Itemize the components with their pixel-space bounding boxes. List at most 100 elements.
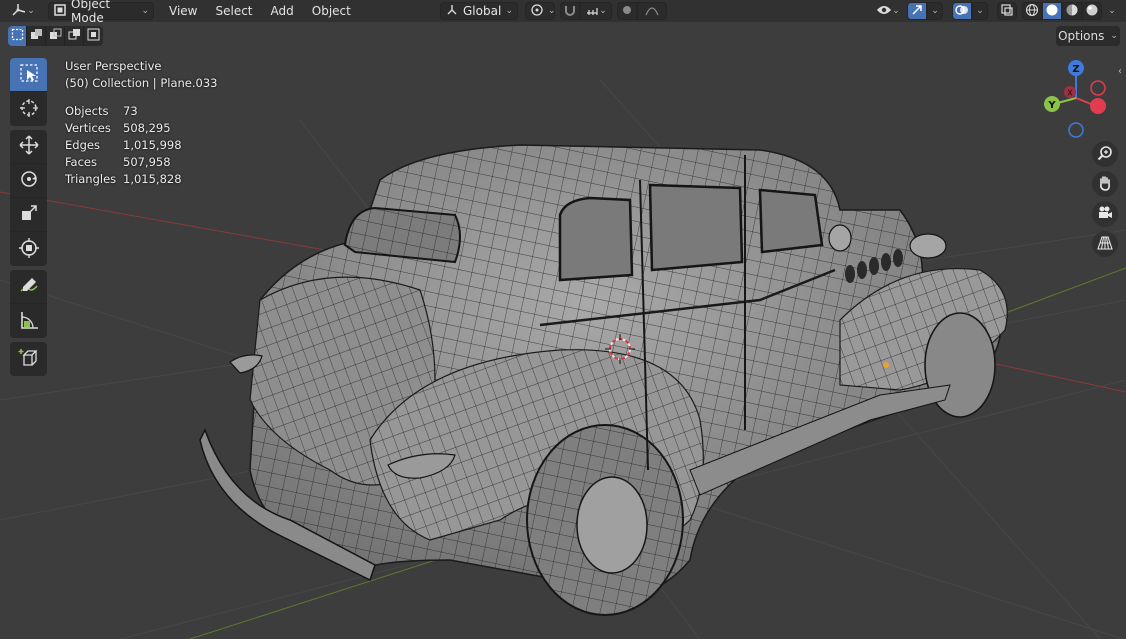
annotate-icon (18, 274, 40, 299)
viewport-info-overlay: User Perspective (50) Collection | Plane… (65, 58, 217, 188)
gizmo-neg-x-axis[interactable] (1090, 80, 1106, 96)
stat-label: Faces (65, 155, 97, 169)
collapse-sidebar-arrow[interactable]: ‹ (1118, 66, 1122, 77)
chevron-down-icon: ⌄ (1108, 6, 1116, 16)
stat-row: Vertices 508,295 (65, 120, 217, 137)
overlays-icon (955, 3, 969, 20)
move-tool[interactable] (10, 130, 47, 164)
select-subtract-button[interactable] (46, 26, 65, 46)
stat-value: 507,958 (123, 155, 171, 169)
select-subtract-icon (49, 28, 62, 44)
add-cube-icon (18, 347, 40, 372)
magnet-icon (563, 3, 577, 20)
move-icon (18, 134, 40, 159)
hand-pan-icon (1097, 175, 1113, 194)
solid-sphere-icon (1045, 3, 1059, 20)
transform-tool[interactable] (10, 232, 47, 266)
stat-row: Edges 1,015,998 (65, 137, 217, 154)
viewport-header: ⌄ Object Mode ⌄ View Select Add Object G… (0, 0, 1126, 25)
annotate-tool[interactable] (10, 270, 47, 304)
menu-bar: View Select Add Object (160, 1, 360, 21)
select-invert-button[interactable] (65, 26, 84, 46)
tool-group-select (10, 58, 47, 126)
overlays-dropdown[interactable]: ⌄ (972, 2, 988, 20)
menu-view[interactable]: View (160, 1, 206, 21)
rotate-tool[interactable] (10, 164, 47, 198)
add-cube-tool[interactable] (10, 342, 47, 376)
select-new-button[interactable] (8, 26, 27, 46)
chevron-down-icon: ⌄ (976, 6, 984, 16)
chevron-down-icon: ⌄ (599, 6, 607, 16)
zoom-icon (1097, 145, 1113, 164)
xray-toggle[interactable] (997, 2, 1017, 20)
select-intersect-icon (87, 28, 100, 44)
menu-object[interactable]: Object (303, 1, 360, 21)
snap-toggle[interactable] (560, 2, 580, 20)
gizmo-y-label: Y (1047, 100, 1056, 111)
stat-row: Objects 73 (65, 103, 217, 120)
falloff-dropdown[interactable] (637, 2, 667, 20)
stat-value: 1,015,828 (123, 172, 182, 186)
gizmo-dropdown[interactable]: ⌄ (927, 2, 943, 20)
menu-add[interactable]: Add (262, 1, 303, 21)
orientation-icon (445, 3, 459, 20)
object-mode-icon (53, 3, 67, 20)
scale-icon (18, 202, 40, 227)
camera-view-button[interactable] (1092, 201, 1118, 227)
select-box-icon (18, 62, 40, 87)
select-box-tool[interactable] (10, 58, 47, 92)
falloff-curve-icon (645, 3, 659, 20)
snap-target-dropdown[interactable]: ⌄ (580, 2, 612, 20)
chevron-down-icon: ⌄ (505, 6, 513, 16)
xray-icon (1000, 3, 1014, 20)
perspective-toggle-button[interactable] (1092, 231, 1118, 257)
stat-value: 508,295 (123, 121, 171, 135)
gizmo-x-axis[interactable] (1090, 98, 1106, 114)
select-invert-icon (68, 28, 81, 44)
pan-button[interactable] (1092, 171, 1118, 197)
zoom-button[interactable] (1092, 141, 1118, 167)
tool-shelf (10, 58, 47, 380)
gizmo-toggle[interactable] (907, 2, 927, 20)
cursor-tool[interactable] (10, 92, 47, 126)
gizmo-icon (910, 3, 924, 20)
proportional-edit-toggle[interactable] (617, 2, 637, 20)
shading-dropdown[interactable]: ⌄ (1104, 2, 1120, 20)
select-extend-button[interactable] (27, 26, 46, 46)
overlays-toggle[interactable] (952, 2, 972, 20)
mode-dropdown[interactable]: Object Mode ⌄ (48, 0, 154, 25)
stat-label: Objects (65, 104, 109, 118)
cursor-icon (18, 97, 40, 122)
collection-info: (50) Collection | Plane.033 (65, 76, 218, 90)
stat-label: Vertices (65, 121, 111, 135)
transform-icon (18, 237, 40, 262)
navigation-gizmo[interactable]: Z X Y (1040, 58, 1120, 142)
shading-wireframe[interactable] (1022, 2, 1042, 20)
shading-material[interactable] (1062, 2, 1082, 20)
selection-mode-group (8, 26, 103, 46)
chevron-down-icon: ⌄ (141, 6, 149, 16)
pivot-point-dropdown[interactable]: ⌄ (525, 2, 556, 20)
visibility-dropdown[interactable]: ⌄ (872, 2, 904, 20)
select-extend-icon (30, 28, 43, 44)
options-dropdown[interactable]: Options ⌄ (1056, 26, 1120, 46)
eye-icon (876, 4, 892, 19)
select-intersect-button[interactable] (84, 26, 103, 46)
pivot-icon (530, 3, 544, 20)
orientation-label: Global (463, 4, 502, 18)
transform-orientation-dropdown[interactable]: Global ⌄ (440, 2, 518, 20)
camera-icon (1097, 205, 1113, 224)
proportional-edit-icon (620, 3, 634, 20)
chevron-down-icon: ⌄ (931, 6, 939, 16)
tool-group-add (10, 342, 47, 376)
scale-tool[interactable] (10, 198, 47, 232)
menu-select[interactable]: Select (206, 1, 261, 21)
grid-perspective-icon (1097, 235, 1113, 254)
shading-solid[interactable] (1042, 2, 1062, 20)
gizmo-neg-z-axis[interactable] (1068, 122, 1084, 138)
options-label: Options (1058, 29, 1105, 43)
editor-type-dropdown[interactable]: ⌄ (4, 2, 42, 20)
shading-rendered[interactable] (1082, 2, 1102, 20)
measure-tool[interactable] (10, 304, 47, 338)
chevron-down-icon: ⌄ (27, 6, 35, 16)
